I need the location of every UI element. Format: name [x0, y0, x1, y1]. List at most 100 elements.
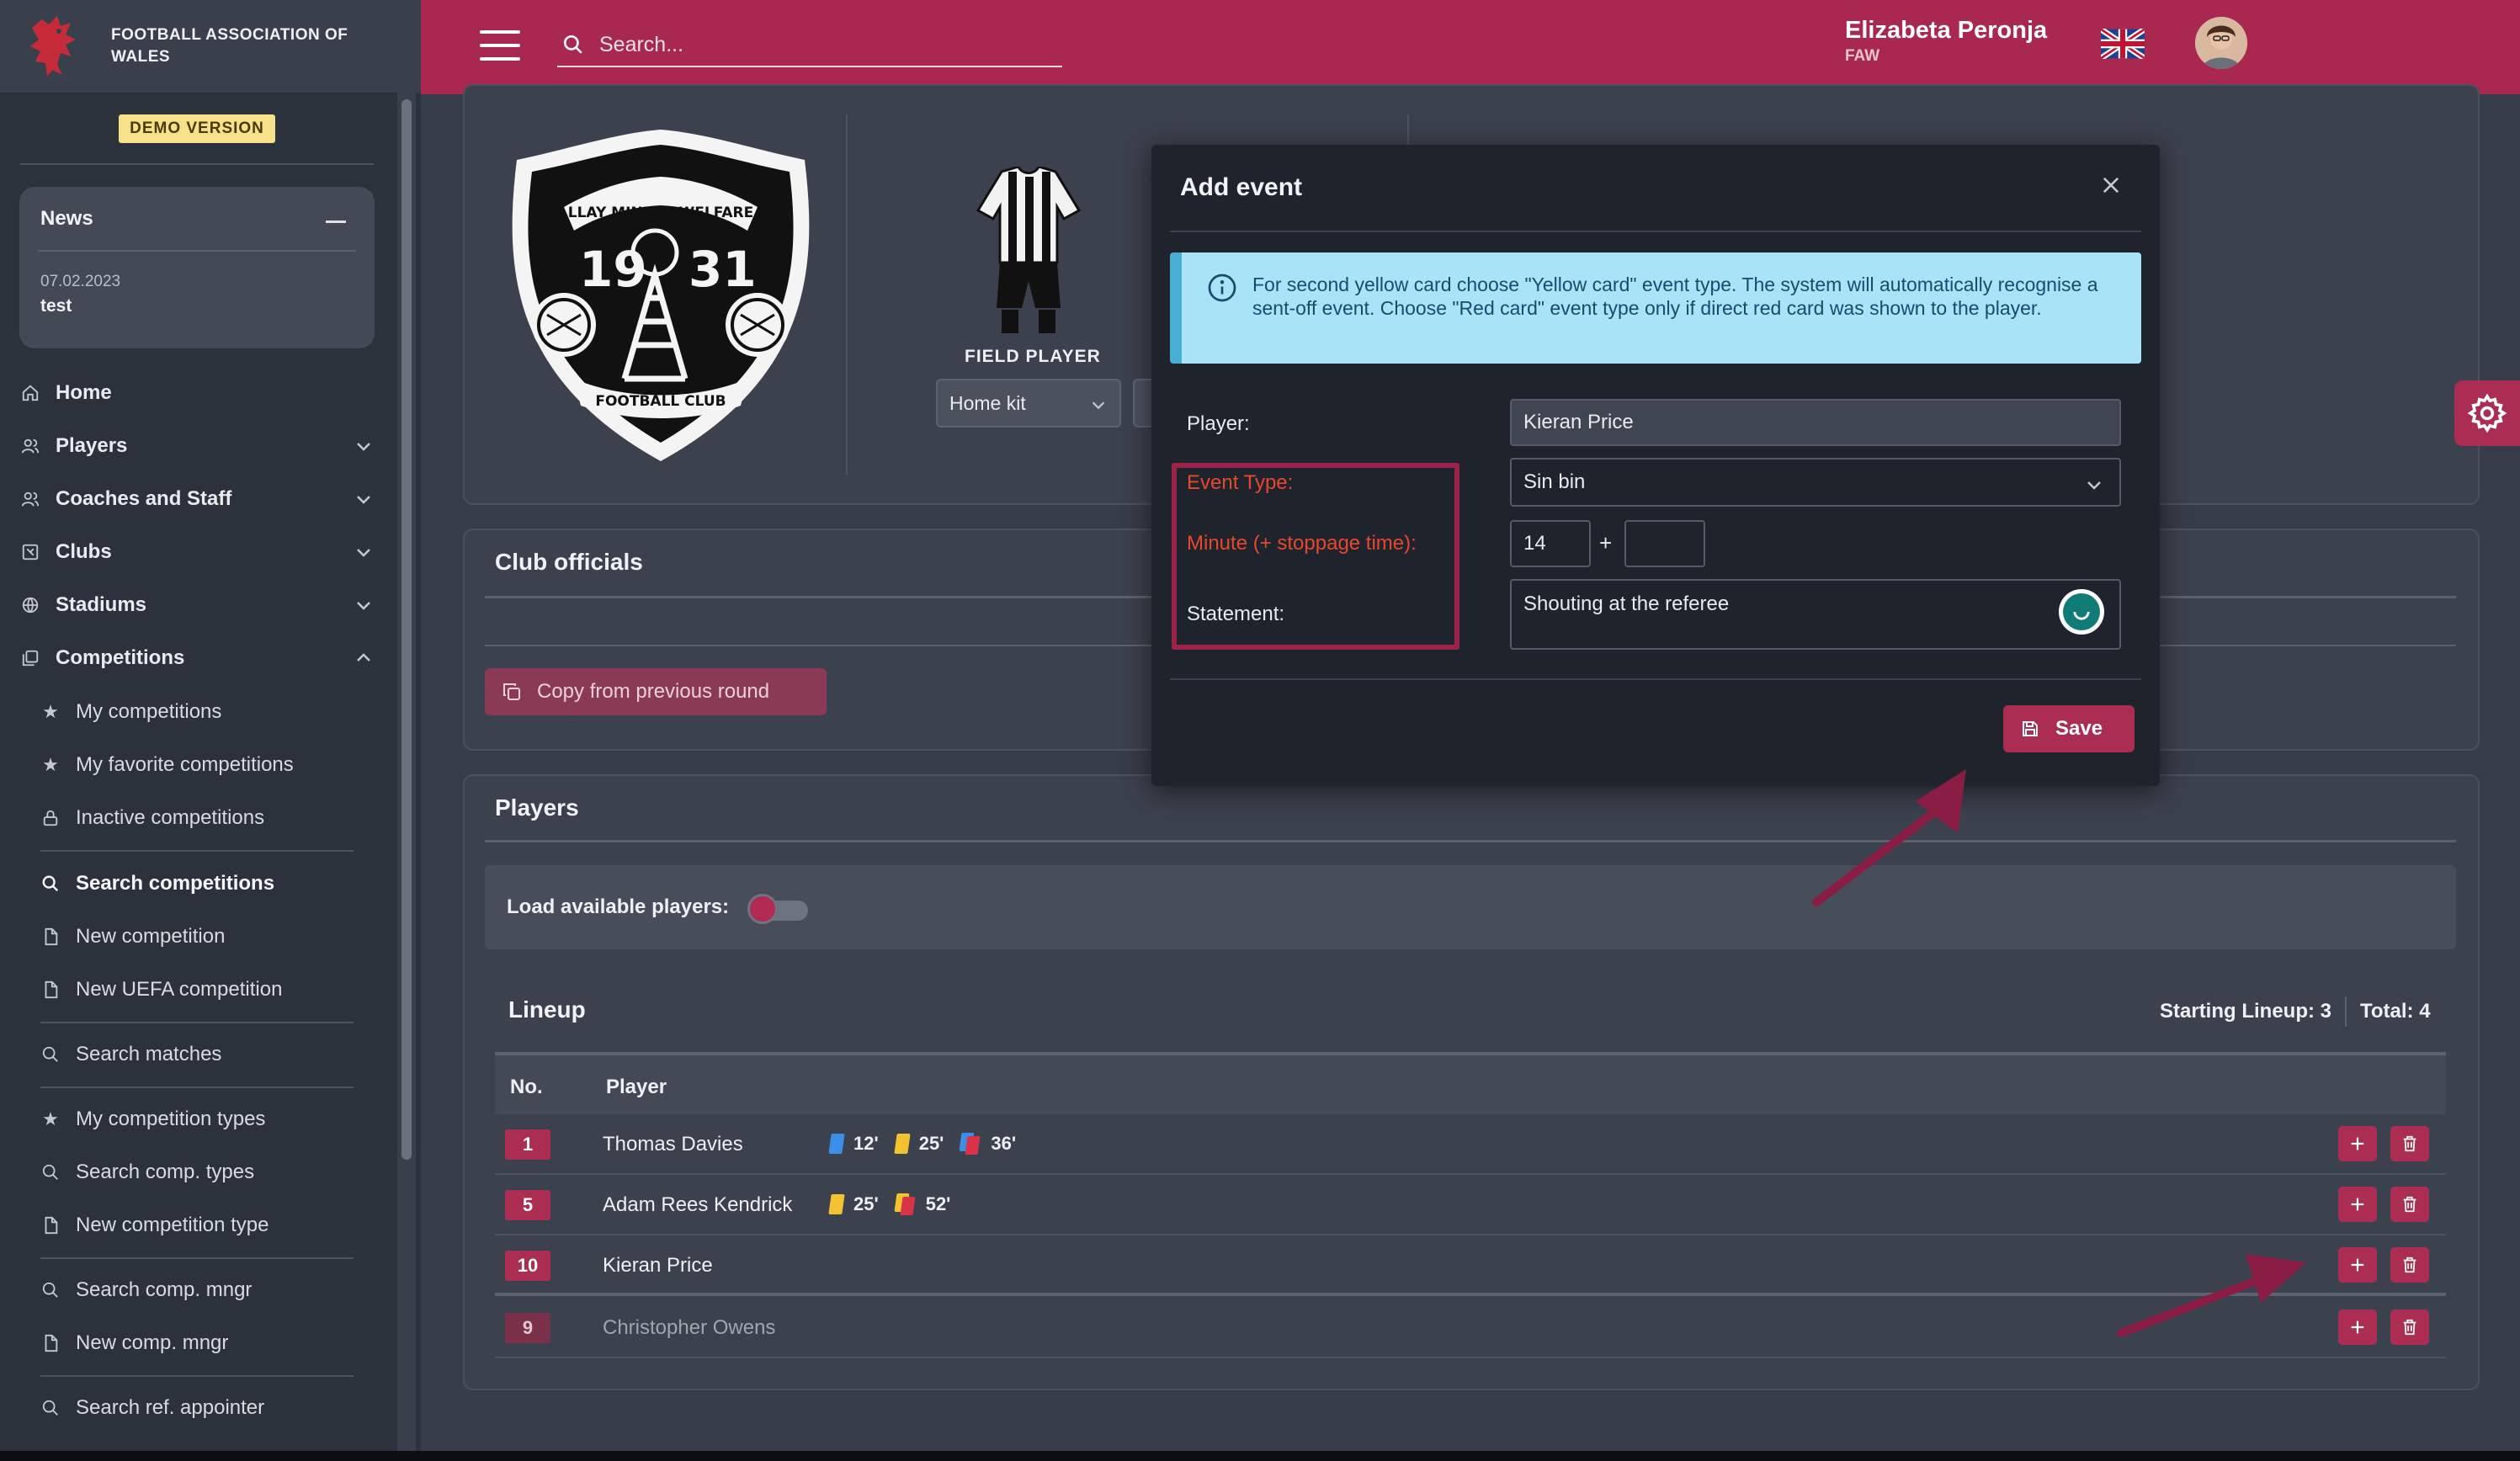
chevron-down-icon [357, 443, 370, 451]
file-icon [40, 980, 61, 1000]
sidebar-item-label: Search competitions [76, 872, 275, 895]
search-icon [40, 1398, 61, 1418]
delete-player-button[interactable] [2390, 1126, 2429, 1161]
table-header: No. Player [495, 1052, 2446, 1114]
lineup-counts: Starting Lineup: 3 Total: 4 [2160, 996, 2431, 1027]
player-number: 10 [505, 1251, 550, 1281]
delete-player-button[interactable] [2390, 1310, 2429, 1345]
sidebar-sub-new-competition[interactable]: New competition [40, 920, 374, 954]
sidebar-item-competitions[interactable]: Competitions [20, 641, 374, 675]
divider [38, 250, 356, 252]
assistant-icon[interactable] [2059, 589, 2104, 635]
delete-player-button[interactable] [2390, 1187, 2429, 1222]
chevron-down-icon [357, 549, 370, 557]
player-name[interactable]: Kieran Price [603, 1254, 713, 1278]
add-event-button[interactable] [2338, 1187, 2377, 1222]
sidebar-sub-new-competition-type[interactable]: New competition type [40, 1209, 374, 1242]
sidebar-sub-search-comp-types[interactable]: Search comp. types [40, 1156, 374, 1189]
player-name[interactable]: Thomas Davies [603, 1133, 743, 1156]
avatar[interactable] [2195, 17, 2247, 69]
sidebar-sub-search-matches[interactable]: Search matches [40, 1038, 374, 1071]
player-name[interactable]: Adam Rees Kendrick [603, 1193, 792, 1217]
second-yellow-red-card-icon [894, 1193, 916, 1215]
event-minute: 25' [918, 1133, 944, 1154]
player-field-value: Kieran Price [1523, 411, 1634, 433]
event-minute: 36' [991, 1133, 1017, 1154]
divider [40, 1086, 354, 1088]
chevron-down-icon [2087, 481, 2101, 490]
table-row: 1 Thomas Davies 12' 25' 36' [495, 1114, 2446, 1175]
club-officials-title: Club officials [495, 549, 643, 575]
column-header-no: No. [510, 1076, 543, 1098]
sidebar-sub-search-competitions[interactable]: Search competitions [40, 867, 374, 901]
sidebar-sub-favorite-competitions[interactable]: ★ My favorite competitions [40, 748, 374, 782]
event-item: 36' [959, 1133, 1017, 1155]
sidebar-sub-inactive-competitions[interactable]: Inactive competitions [40, 801, 374, 835]
sidebar-scrollbar-thumb[interactable] [401, 99, 412, 1160]
close-icon[interactable] [2099, 173, 2123, 197]
copy-button-label: Copy from previous round [537, 680, 770, 703]
user-org: FAW [1845, 47, 1880, 65]
search-icon [40, 1162, 61, 1182]
search-icon [40, 1044, 61, 1065]
dragon-icon [30, 16, 76, 77]
load-players-toggle[interactable] [747, 894, 808, 924]
divider [1170, 678, 2141, 680]
copy-from-previous-round-button[interactable]: Copy from previous round [485, 668, 827, 715]
chevron-down-icon [1092, 401, 1105, 410]
brand-header[interactable]: FOOTBALL ASSOCIATION OF WALES [0, 0, 421, 93]
minute-input[interactable]: 14 [1510, 520, 1591, 567]
kit-select[interactable]: Home kit [936, 379, 1121, 428]
player-events: 25' 52' [828, 1193, 967, 1215]
statement-textarea[interactable]: Shouting at the referee [1510, 579, 2121, 650]
sidebar-item-label: Search comp. mngr [76, 1278, 253, 1301]
player-name[interactable]: Christopher Owens [603, 1316, 775, 1340]
sidebar-item-label: My competitions [76, 700, 222, 723]
logo-year-left: 19 [579, 241, 647, 298]
sidebar-sub-new-uefa-competition[interactable]: New UEFA competition [40, 973, 374, 1007]
starting-lineup-separator [495, 1293, 2446, 1296]
add-event-button[interactable] [2338, 1247, 2377, 1283]
user-name[interactable]: Elizabeta Peronja [1845, 17, 2047, 45]
sidebar-sub-my-competitions[interactable]: ★ My competitions [40, 695, 374, 729]
sidebar-sub-new-comp-mngr[interactable]: New comp. mngr [40, 1326, 374, 1360]
player-events: 12' 25' 36' [828, 1133, 1033, 1155]
globe-icon [20, 595, 40, 615]
competitions-icon [20, 648, 40, 668]
sidebar-sub-search-comp-mngr[interactable]: Search comp. mngr [40, 1273, 374, 1307]
menu-icon[interactable] [480, 30, 520, 61]
delete-player-button[interactable] [2390, 1247, 2429, 1283]
uk-flag-icon[interactable] [2101, 29, 2145, 59]
news-title: News [40, 207, 93, 230]
load-players-label: Load available players: [507, 895, 730, 918]
collapse-icon[interactable] [326, 220, 346, 223]
sidebar-item-label: New competition [76, 925, 226, 948]
table-row: 10 Kieran Price [495, 1235, 2446, 1296]
add-event-modal: Add event For second yellow card choose … [1151, 145, 2160, 786]
event-type-select[interactable]: Sin bin [1510, 458, 2121, 507]
sidebar-item-home[interactable]: Home [20, 376, 374, 410]
sidebar-item-clubs[interactable]: Clubs [20, 535, 374, 569]
player-number: 5 [505, 1190, 550, 1220]
kit-select-value: Home kit [949, 391, 1026, 414]
event-minute: 12' [853, 1133, 879, 1154]
sidebar-item-stadiums[interactable]: Stadiums [20, 588, 374, 622]
modal-title: Add event [1180, 173, 1303, 201]
save-button[interactable]: Save [2003, 705, 2135, 752]
save-button-label: Save [2055, 717, 2103, 740]
sidebar-sub-search-ref-appointer[interactable]: Search ref. appointer [40, 1391, 374, 1425]
divider [1170, 231, 2141, 232]
add-event-button[interactable] [2338, 1126, 2377, 1161]
sidebar-item-coaches[interactable]: Coaches and Staff [20, 482, 374, 516]
add-event-button[interactable] [2338, 1310, 2377, 1345]
settings-button[interactable] [2454, 380, 2520, 446]
stoppage-time-input[interactable] [1624, 520, 1705, 567]
search-input[interactable] [599, 32, 1037, 57]
sidebar-item-label: Stadiums [56, 593, 147, 616]
player-field: Kieran Price [1510, 399, 2121, 446]
sidebar-sub-my-competition-types[interactable]: ★ My competition types [40, 1102, 374, 1136]
sidebar-item-players[interactable]: Players [20, 429, 374, 463]
event-minute: 52' [925, 1193, 951, 1214]
news-text[interactable]: test [40, 296, 72, 316]
divider [40, 1022, 354, 1023]
